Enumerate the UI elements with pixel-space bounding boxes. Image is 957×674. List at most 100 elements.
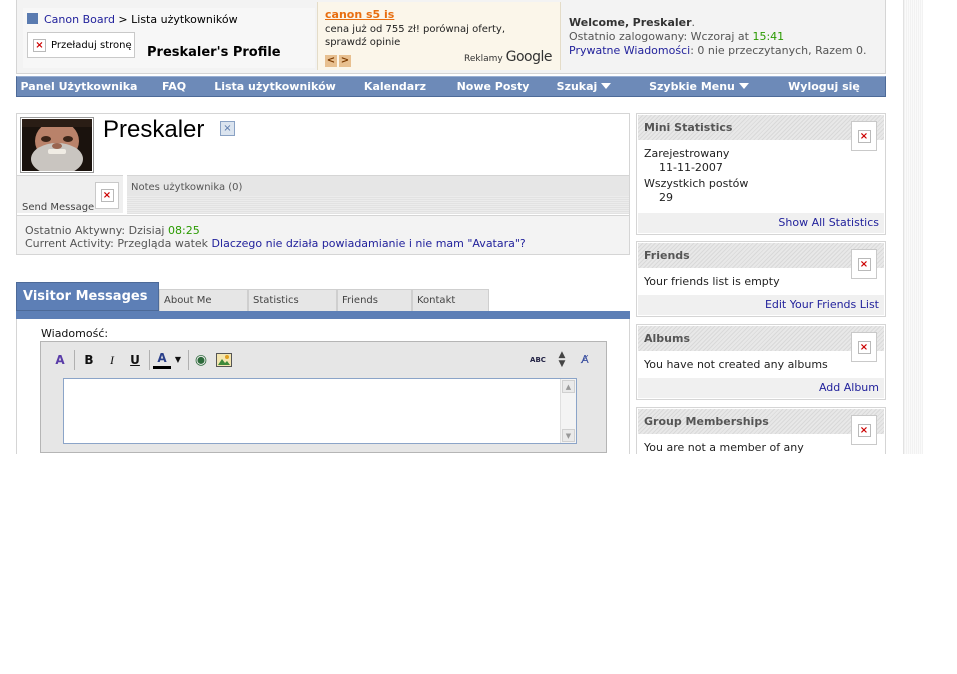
add-album-link[interactable]: Add Album [819,381,879,394]
user-notes: Notes użytkownika (0) [127,175,629,214]
private-messages-link[interactable]: Prywatne Wiadomości [569,44,690,57]
mini-statistics-block: Mini Statistics × Zarejestrowany 11-11-2… [636,113,886,235]
editor-toolbar: A B I U A ▼ ◉ ABC ▲ ▼ A̸ [41,342,606,376]
tab-about-me[interactable]: About Me [159,289,248,311]
nav-user-panel[interactable]: Panel Użytkownika [17,80,141,93]
scroll-down-icon[interactable]: ▼ [562,429,575,442]
last-active-time: 08:25 [168,224,200,237]
toolbar-separator [149,350,150,370]
dropdown-arrow-icon [601,83,612,89]
welcome-line: Welcome, Preskaler. [569,16,696,29]
page-title: Preskaler's Profile [147,45,281,60]
show-all-statistics-link[interactable]: Show All Statistics [778,216,879,229]
current-thread-link[interactable]: Dlaczego nie działa powiadamianie i nie … [212,237,526,250]
broken-image-icon: × [857,423,871,437]
toolbar-separator [188,350,189,370]
joined-value: 11-11-2007 [659,161,723,174]
reload-page-button[interactable]: × Przeładuj stronę [27,32,135,58]
send-message-block[interactable]: Send Message × [17,175,123,213]
friends-image: × [851,249,877,279]
group-memberships-title: Group Memberships [638,409,884,434]
group-memberships-block: Group Memberships × You are not a member… [636,407,886,454]
font-color-dropdown-icon[interactable]: ▼ [173,351,183,369]
dropdown-arrow-icon [738,83,749,89]
nav-quick-menu[interactable]: Szybkie Menu [629,80,769,93]
google-logo: Google [505,49,553,65]
spell-check-label: ABC [530,356,546,364]
albums-footer: Add Album [638,378,884,398]
ads-by-google[interactable]: Reklamy Google [464,49,552,65]
message-textarea[interactable]: ▲ ▼ [63,378,577,444]
posts-value: 29 [659,191,673,204]
current-activity-line: Current Activity: Przegląda watek Dlacze… [25,237,621,250]
mini-statistics-title: Mini Statistics [638,115,884,140]
send-message-button[interactable]: × [95,182,119,209]
page-header: Canon Board > Lista użytkowników × Przeł… [16,0,886,74]
last-login-label: Ostatnio zalogowany: Wczoraj at [569,30,749,43]
textarea-scrollbar[interactable]: ▲ ▼ [560,379,576,443]
breadcrumb: Canon Board > Lista użytkowników [27,13,238,26]
mini-statistics-body: Zarejestrowany 11-11-2007 Wszystkich pos… [644,147,748,205]
tab-visitor-messages[interactable]: Visitor Messages [16,282,159,311]
nav-member-list[interactable]: Lista użytkowników [207,80,343,93]
tab-friends[interactable]: Friends [337,289,412,311]
friends-text: Your friends list is empty [644,275,780,288]
broken-image-icon: × [857,257,871,271]
insert-link-icon[interactable]: ◉ [192,351,210,369]
breadcrumb-page: Lista użytkowników [131,13,238,26]
ad-next-button[interactable]: > [339,55,351,67]
ads-label: Reklamy [464,54,503,64]
posts-label: Wszystkich postów [644,177,749,190]
profile-username: Preskaler [103,116,205,143]
nav-calendar[interactable]: Kalendarz [343,80,447,93]
breadcrumb-site-link[interactable]: Canon Board [44,13,115,26]
nav-faq[interactable]: FAQ [141,80,207,93]
breadcrumb-box: Canon Board > Lista użytkowników × Przeł… [23,8,315,68]
scroll-up-icon[interactable]: ▲ [562,380,575,393]
welcome-username[interactable]: Preskaler [633,16,692,29]
breadcrumb-separator: > [118,13,128,26]
resize-editor-icon[interactable]: ▲ ▼ [553,351,571,369]
spell-check-icon[interactable]: ABC [529,351,547,369]
send-message-label: Send Message [22,202,95,213]
avatar-image [22,119,92,175]
nav-search-label: Szukaj [556,80,598,93]
nav-logout[interactable]: Wyloguj się [769,80,879,93]
notes-bar [127,196,629,214]
underline-button[interactable]: U [126,351,144,369]
last-login-time: 15:41 [752,30,785,43]
insert-image-icon[interactable] [215,351,233,369]
offline-status-icon: × [220,121,235,136]
forum-home-icon [27,13,38,24]
tab-statistics[interactable]: Statistics [248,289,337,311]
friends-title: Friends [638,243,884,268]
italic-button[interactable]: I [103,351,121,369]
pm-status: : 0 nie przeczytanych, Razem 0. [690,44,867,57]
tab-contact[interactable]: Kontakt [412,289,489,311]
tab-underline [16,311,630,319]
message-label: Wiadomość: [41,327,109,340]
reload-label: Przeładuj stronę [51,39,132,51]
ad-prev-button[interactable]: < [325,55,337,67]
unrendered-area [0,454,957,674]
broken-image-icon: × [33,38,46,52]
user-notes-link[interactable]: Notes użytkownika (0) [131,182,242,193]
nav-search[interactable]: Szukaj [539,80,629,93]
remove-format-icon[interactable]: A [51,351,69,369]
ad-text: cena już od 755 zł! porównaj oferty, spr… [325,24,506,48]
nav-new-posts[interactable]: Nowe Posty [447,80,539,93]
toolbar-separator [74,350,75,370]
switch-editor-mode-icon[interactable]: A̸ [576,351,594,369]
ad-title-link[interactable]: canon s5 is [325,8,394,21]
albums-block: Albums × You have not created any albums… [636,324,886,400]
albums-image: × [851,332,877,362]
bold-button[interactable]: B [80,351,98,369]
image-icon-svg [216,353,232,367]
main-navbar: Panel Użytkownika FAQ Lista użytkowników… [16,76,886,97]
ad-navigation: < > [325,53,353,67]
edit-friends-link[interactable]: Edit Your Friends List [765,298,879,311]
mini-statistics-image: × [851,121,877,151]
friends-block: Friends × Your friends list is empty Edi… [636,241,886,317]
font-color-button[interactable]: A [153,351,171,369]
profile-card: Preskaler × Send Message × Notes użytkow… [16,113,630,255]
